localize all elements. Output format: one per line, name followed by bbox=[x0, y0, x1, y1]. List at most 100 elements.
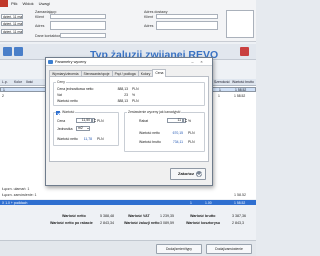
client-label: Klient bbox=[35, 15, 44, 19]
client-input[interactable] bbox=[50, 14, 106, 19]
summary-net-unit: PLN bbox=[188, 131, 195, 135]
unit-net-price-label: Cena jednostkowa netto bbox=[57, 87, 94, 91]
summary-vat-label: Wartość VAT bbox=[128, 214, 150, 218]
dialog-titlebar[interactable]: Parametry wyceny – × bbox=[46, 58, 212, 66]
summary-panel: Wartość netto 5 388,48 Wartość VAT 1 239… bbox=[0, 212, 256, 234]
net-value-label: Wartość netto bbox=[57, 99, 78, 103]
cell-c: 1.00 bbox=[205, 200, 212, 205]
delivery-address-field-label: Adres bbox=[144, 24, 154, 28]
value-checkbox[interactable] bbox=[56, 111, 60, 115]
summary-estimate-label: Wartość kosztorysu bbox=[186, 221, 221, 225]
header-panel: Plik Widok Uwagi dzień, 11 marz dzień, 1… bbox=[0, 0, 256, 42]
delivery-client-label: Klient bbox=[144, 15, 153, 19]
prices-group-title: Ceny bbox=[56, 80, 66, 84]
margin-label: Wartość netto bbox=[57, 137, 78, 141]
minimize-icon[interactable]: – bbox=[189, 59, 196, 65]
summary-brutto-label: Wartość brutto bbox=[190, 214, 216, 218]
add-types-button[interactable]: Dodaj/zmień/typy bbox=[156, 244, 202, 254]
menu-item-view[interactable]: Widok bbox=[22, 1, 33, 8]
cell-lp: 2 bbox=[2, 94, 4, 98]
address-input[interactable] bbox=[50, 21, 106, 30]
col-lp[interactable]: L.p. bbox=[2, 80, 8, 84]
finish-button-label: Zakończ bbox=[178, 171, 195, 176]
discount-label: Rabat bbox=[139, 119, 149, 123]
prices-group: Ceny Cena jednostkowa netto 888,13 PLN V… bbox=[53, 80, 205, 106]
menu-item-file[interactable]: Plik bbox=[11, 1, 17, 8]
summary-brutto-value: 3 387,36 bbox=[232, 214, 246, 218]
app-logo-icon bbox=[0, 0, 8, 7]
vat-value: 23 bbox=[124, 93, 128, 97]
summary-gross-value: 734,11 bbox=[172, 140, 183, 144]
cell-qty: 1 bbox=[218, 94, 220, 98]
tab-price[interactable]: Cena bbox=[152, 69, 167, 77]
dialog-app-icon bbox=[48, 60, 53, 64]
value-group-title: Wartość bbox=[61, 110, 76, 114]
selected-summary-row[interactable]: X 1.0 + podkłach 1 1.00 1 58.52 bbox=[0, 200, 256, 205]
delivery-client-input[interactable] bbox=[156, 14, 218, 19]
discount-spinner[interactable] bbox=[183, 118, 187, 123]
bottom-bar: Dodaj/zmień/typy Dodaj/zamówienie bbox=[0, 240, 256, 256]
col-width[interactable]: Szerokość bbox=[214, 80, 230, 84]
cell-a: X 1.0 + podkłach bbox=[2, 200, 28, 205]
check-icon bbox=[196, 171, 202, 177]
summary-group-title: Zestawienie wyceny jak kanadyjski bbox=[127, 110, 182, 114]
discount-unit: % bbox=[188, 119, 192, 123]
vat-label: Vat bbox=[57, 93, 62, 97]
net-value-value: 888,13 bbox=[117, 99, 128, 103]
notes-box[interactable] bbox=[226, 10, 254, 38]
date-field-3[interactable]: dzień, 11 marz bbox=[1, 29, 23, 34]
pricing-dialog: Parametry wyceny – × Wymiary/zlecenia St… bbox=[45, 57, 213, 186]
contact-label: Dane kontaktowe bbox=[35, 34, 63, 38]
dialog-title: Parametry wyceny bbox=[55, 60, 87, 64]
col-brutto[interactable]: Wartość brutto bbox=[232, 80, 254, 84]
cell-b: 1 bbox=[190, 200, 192, 205]
value-group: Wartość Cena 11,50 PLN Jednostka m2 Wart… bbox=[53, 110, 119, 146]
summary-gross-unit: PLN bbox=[188, 140, 195, 144]
price-label: Cena bbox=[57, 119, 66, 123]
summary-blinds-label: Wartość żaluzji netto bbox=[124, 221, 160, 225]
add-order-button[interactable]: Dodaj/zamówienie bbox=[206, 244, 252, 254]
add-icon[interactable] bbox=[3, 47, 12, 56]
summary-blinds-value: 3 089,59 bbox=[160, 221, 174, 225]
address-label: Adres bbox=[35, 24, 45, 28]
cell-d: 1 58.52 bbox=[234, 200, 246, 205]
price-unit: PLN bbox=[97, 119, 104, 123]
date-field-1[interactable]: dzień, 11 marz bbox=[1, 14, 23, 19]
price-input[interactable]: 11,50 bbox=[76, 118, 92, 123]
col-qty[interactable]: Ilość bbox=[26, 80, 33, 84]
summary-gross-label: Wartość brutto bbox=[139, 140, 161, 144]
summary-net-label: Wartość netto bbox=[139, 131, 160, 135]
price-spinner[interactable] bbox=[92, 118, 96, 123]
save-icon[interactable] bbox=[14, 47, 23, 56]
chevron-down-icon[interactable] bbox=[86, 127, 89, 131]
delivery-address-input[interactable] bbox=[156, 21, 218, 30]
margin-value: 11,78 bbox=[83, 137, 92, 141]
net-value-unit: PLN bbox=[132, 99, 139, 103]
summary-netto-label: Wartość netto bbox=[62, 214, 86, 218]
price-tab-panel: Ceny Cena jednostkowa netto 888,13 PLN V… bbox=[49, 76, 209, 162]
finish-button[interactable]: Zakończ bbox=[170, 168, 206, 180]
vat-unit: % bbox=[132, 93, 136, 97]
summary-netto-value: 5 388,48 bbox=[100, 214, 114, 218]
summary-estimate-value: 2 843,3 bbox=[232, 221, 244, 225]
date-field-2[interactable]: dzień, 11 marz bbox=[1, 21, 23, 26]
unit-net-price-unit: PLN bbox=[132, 87, 139, 91]
unit-select[interactable]: m2 bbox=[76, 126, 90, 131]
unit-net-price-value: 888,13 bbox=[117, 87, 128, 91]
col-color[interactable]: Kolor bbox=[14, 80, 22, 84]
total-brutto-label: 1 58.52 bbox=[234, 193, 246, 197]
unit-select-value: m2 bbox=[78, 126, 83, 130]
summary-vat-value: 1 239,35 bbox=[160, 214, 174, 218]
summary-discount-value: 2 843,34 bbox=[100, 221, 114, 225]
menu-bar: Plik Widok Uwagi bbox=[11, 1, 50, 8]
close-icon[interactable]: × bbox=[198, 59, 205, 65]
summary-discount-label: Wartość netto po rabacie bbox=[50, 221, 93, 225]
orders-count-label: Łączn. zamówienie: 1 bbox=[2, 193, 37, 197]
unit-label: Jednostka bbox=[57, 127, 73, 131]
menu-item-notes[interactable]: Uwagi bbox=[39, 1, 50, 8]
discount-input[interactable]: 11 bbox=[167, 118, 183, 123]
rows-count-label: Łączn. ułamań: 1 bbox=[2, 187, 30, 191]
delete-icon[interactable] bbox=[240, 47, 249, 56]
summary-group: Zestawienie wyceny jak kanadyjski Rabat … bbox=[124, 110, 205, 152]
contact-input[interactable] bbox=[60, 33, 106, 38]
